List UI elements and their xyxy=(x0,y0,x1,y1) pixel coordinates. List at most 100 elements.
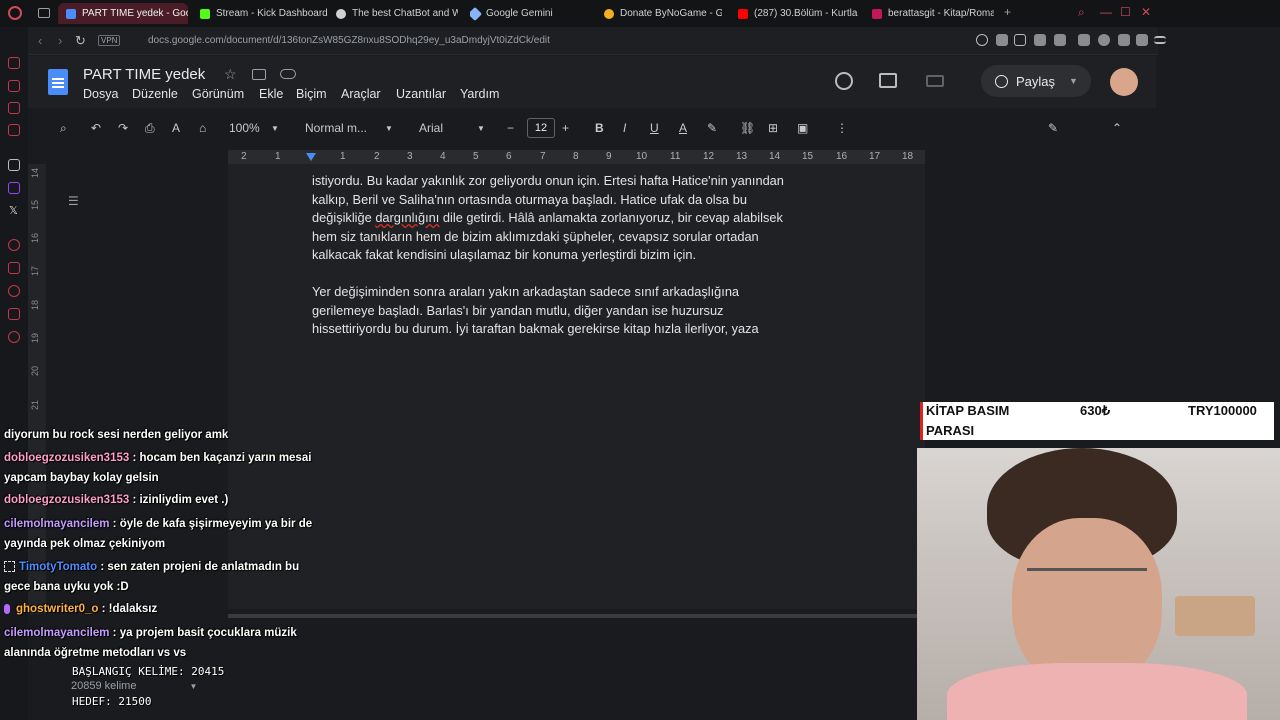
increase-font-icon[interactable]: + xyxy=(562,121,569,135)
more-options-icon[interactable]: ⋮ xyxy=(836,121,848,135)
x-twitter-icon[interactable]: 𝕏 xyxy=(9,204,18,217)
style-select[interactable]: Normal m... xyxy=(305,121,367,135)
editing-mode-icon[interactable]: ✎ xyxy=(1048,121,1058,135)
download-icon[interactable] xyxy=(1136,34,1148,46)
paint-format-icon[interactable]: ⌂ xyxy=(199,121,206,135)
vpn-badge[interactable]: VPN xyxy=(98,35,121,46)
horizontal-ruler[interactable]: 2 1 1 2 3 4 5 6 7 8 9 10 11 12 13 14 15 … xyxy=(228,150,925,164)
insert-image-icon[interactable]: ▣ xyxy=(797,121,808,135)
vruler-number: 15 xyxy=(30,199,41,211)
globe-icon xyxy=(995,74,1008,88)
text-line: Yer değişiminden sonra araları yakın ark… xyxy=(312,284,740,299)
document-paragraph[interactable]: Yer değişiminden sonra araları yakın ark… xyxy=(312,283,837,339)
move-folder-icon[interactable] xyxy=(252,69,266,80)
history-icon[interactable] xyxy=(8,285,20,297)
close-icon[interactable]: ✕ xyxy=(1141,5,1151,19)
hide-menus-icon[interactable]: ⌃ xyxy=(1112,121,1122,135)
tab-docs[interactable]: PART TIME yedek - Goog xyxy=(58,3,188,24)
tab-kick[interactable]: Stream - Kick Dashboard xyxy=(200,3,330,24)
heart-icon[interactable] xyxy=(1098,34,1110,46)
chat-username[interactable]: cilemolmayancilem xyxy=(4,518,109,530)
redo-icon[interactable]: ↷ xyxy=(118,121,128,135)
misspelled-word[interactable]: dargınlığını xyxy=(375,210,439,225)
zoom-select[interactable]: 100% xyxy=(229,121,260,135)
sidebar-icon-2[interactable] xyxy=(8,80,20,92)
search-menus-icon[interactable]: ⌕ xyxy=(60,121,67,136)
sidebar-icon-8[interactable] xyxy=(8,239,20,251)
docs-logo-icon[interactable] xyxy=(48,69,68,95)
comments-icon[interactable] xyxy=(879,73,897,88)
avatar[interactable] xyxy=(1110,68,1138,96)
font-select[interactable]: Arial xyxy=(419,121,443,135)
link-icon[interactable]: ⛓ xyxy=(740,121,755,135)
wallet-icon[interactable] xyxy=(1118,34,1130,46)
chat-username[interactable]: ghostwriter0_o xyxy=(16,603,98,615)
meet-icon[interactable] xyxy=(926,75,944,87)
chat-username[interactable]: TimotyTomato xyxy=(19,561,97,573)
forward-icon[interactable]: › xyxy=(58,33,62,48)
snapshot-icon[interactable] xyxy=(1014,34,1026,46)
menu-extensions[interactable]: Uzantılar xyxy=(396,87,446,101)
sidebar-icon-1[interactable] xyxy=(8,57,20,69)
text-color-icon[interactable]: A xyxy=(679,121,687,135)
italic-icon[interactable]: I xyxy=(623,121,626,135)
menu-help[interactable]: Yardım xyxy=(460,87,499,101)
extensions-icon[interactable] xyxy=(1078,34,1090,46)
sidebar-icon-3[interactable] xyxy=(8,102,20,114)
tab-gemini[interactable]: Google Gemini xyxy=(470,3,592,24)
tab-chatbot[interactable]: The best ChatBot and W xyxy=(336,3,458,24)
tab-youtube[interactable]: (287) 30.Bölüm - Kurtlar V xyxy=(738,3,858,24)
twitch-icon[interactable] xyxy=(8,182,20,194)
cloud-status-icon[interactable] xyxy=(280,69,296,79)
star-icon[interactable]: ☆ xyxy=(224,66,237,83)
undo-icon[interactable]: ↶ xyxy=(91,121,101,135)
menu-tools[interactable]: Araçlar xyxy=(341,87,381,101)
sidebar-icon-9[interactable] xyxy=(8,262,20,274)
sidebar-icon-4[interactable] xyxy=(8,124,20,136)
version-history-icon[interactable] xyxy=(835,72,853,90)
highlight-icon[interactable]: ✎ xyxy=(707,121,717,135)
decrease-font-icon[interactable]: − xyxy=(507,121,514,135)
indent-marker-icon[interactable] xyxy=(306,153,316,161)
font-size-input[interactable]: 12 xyxy=(527,118,555,138)
tab-donate[interactable]: Donate ByNoGame - Geli xyxy=(604,3,722,24)
current-word-count[interactable]: 20859 kelime ▼ xyxy=(71,680,197,692)
underline-icon[interactable]: U xyxy=(650,121,659,135)
pin-icon[interactable] xyxy=(996,34,1008,46)
menu-icon[interactable] xyxy=(1154,36,1166,44)
reload-icon[interactable]: ↻ xyxy=(75,33,86,49)
opera-menu-icon[interactable] xyxy=(8,6,22,20)
send-icon[interactable] xyxy=(1054,34,1066,46)
document-title[interactable]: PART TIME yedek xyxy=(83,66,205,83)
bold-icon[interactable]: B xyxy=(595,121,604,135)
document-paragraph[interactable]: istiyordu. Bu kadar yakınlık zor geliyor… xyxy=(312,172,837,265)
search-tabs-icon[interactable]: ⌕ xyxy=(1078,5,1085,20)
sidebar-icon-5[interactable] xyxy=(8,159,20,171)
menu-file[interactable]: Dosya xyxy=(83,87,118,101)
menu-format[interactable]: Biçim xyxy=(296,87,327,101)
minimize-icon[interactable]: — xyxy=(1100,5,1112,19)
url-field[interactable]: docs.google.com/document/d/136tonZsW85GZ… xyxy=(148,35,550,46)
menu-insert[interactable]: Ekle xyxy=(259,87,283,101)
print-icon[interactable]: ⎙ xyxy=(145,121,155,136)
back-icon[interactable]: ‹ xyxy=(38,33,42,48)
tab-kitap[interactable]: berattasgit - Kitap/Roman xyxy=(872,3,994,24)
play-icon[interactable] xyxy=(1034,34,1046,46)
share-button[interactable]: Paylaş ▼ xyxy=(981,65,1091,97)
add-comment-icon[interactable]: ⊞ xyxy=(768,121,778,135)
zoom-icon[interactable] xyxy=(976,34,988,46)
maximize-icon[interactable]: ☐ xyxy=(1120,5,1131,19)
spellcheck-icon[interactable]: A xyxy=(172,121,180,135)
tab-overview-icon[interactable] xyxy=(38,8,50,18)
chat-username[interactable]: cilemolmayancilem xyxy=(4,627,109,639)
sidebar-icon-11[interactable] xyxy=(8,308,20,320)
new-tab-icon[interactable]: + xyxy=(1004,5,1011,19)
document-outline-icon[interactable]: ☰ xyxy=(68,194,79,208)
address-bar: ‹ › ↻ VPN docs.google.com/document/d/136… xyxy=(28,27,1166,55)
menu-edit[interactable]: Düzenle xyxy=(132,87,178,101)
horizontal-scrollbar[interactable] xyxy=(228,614,920,618)
menu-view[interactable]: Görünüm xyxy=(192,87,244,101)
chat-username[interactable]: dobloegzozusiken3153 xyxy=(4,494,129,506)
settings-icon[interactable] xyxy=(8,331,20,343)
chat-username[interactable]: dobloegzozusiken3153 xyxy=(4,452,129,464)
